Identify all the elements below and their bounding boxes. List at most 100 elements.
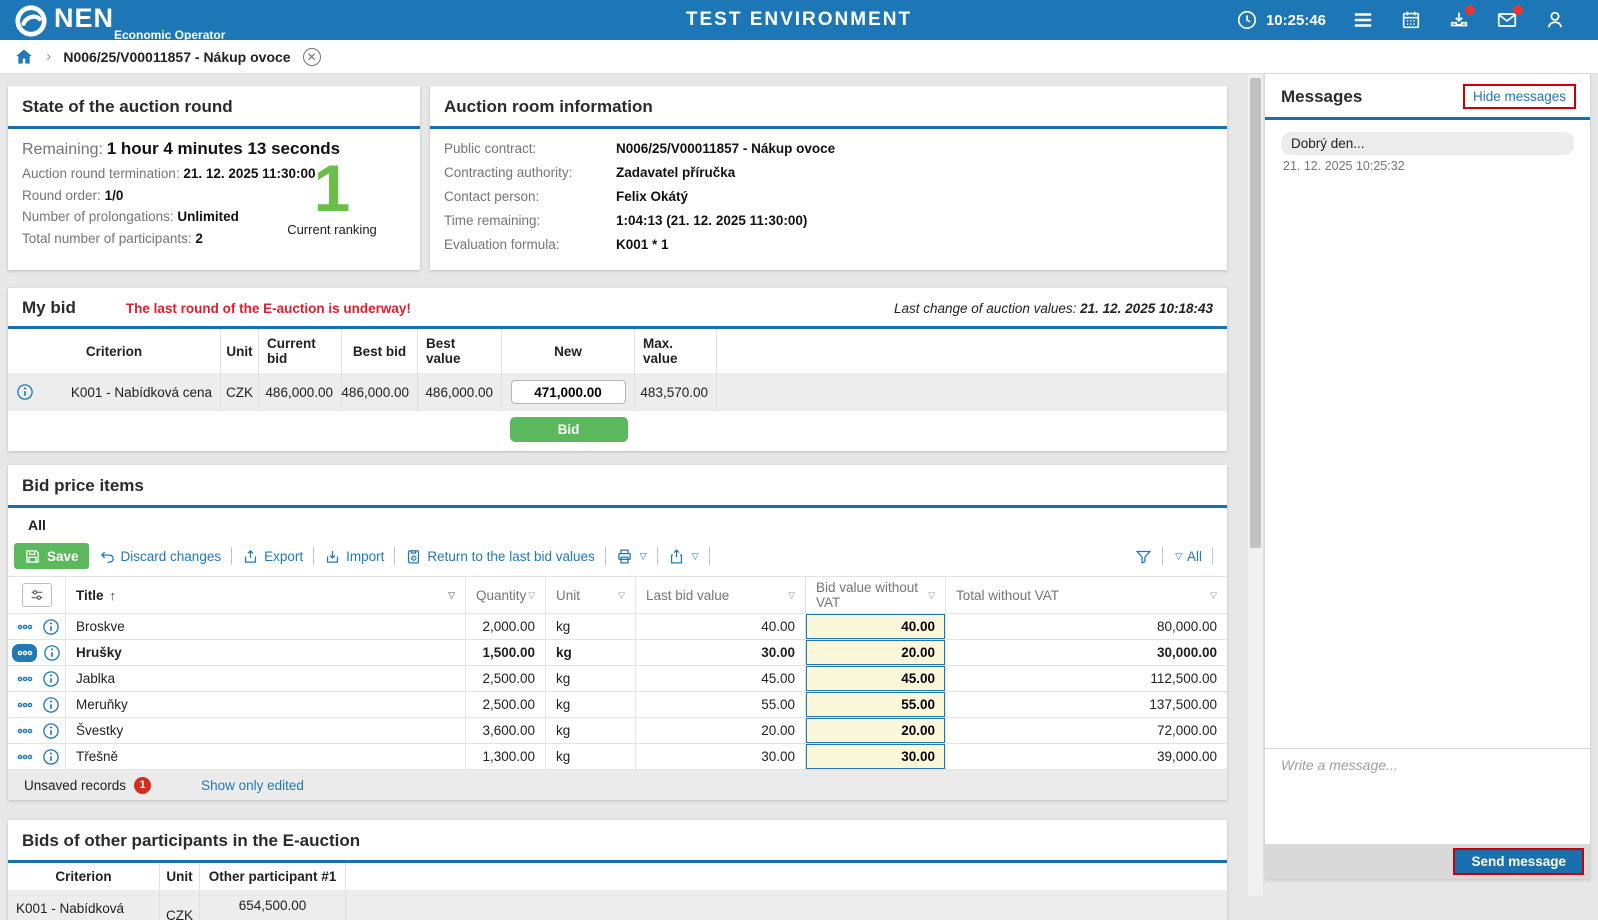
column-filter-icon[interactable]: ▽ [928, 590, 935, 601]
items-table-footer: Unsaved records 1 Show only edited [8, 770, 1227, 800]
column-header-total[interactable]: Total without VAT▽ [946, 576, 1227, 614]
calendar-button[interactable] [1400, 9, 1422, 31]
column-header-title[interactable]: Title ↑ ▽ [66, 576, 466, 614]
save-button[interactable]: Save [14, 543, 89, 569]
bid-value-input[interactable] [806, 692, 945, 717]
menu-icon [1352, 9, 1374, 31]
row-menu-button[interactable] [14, 698, 36, 712]
time-text: 10:25:46 [1266, 12, 1326, 29]
table-row: Třešně 1,300.00 kg 30.00 39,000.00 [8, 744, 1227, 770]
sort-asc-icon: ↑ [110, 588, 117, 603]
column-header-unit: Unit [221, 329, 259, 373]
current-bid-value: 486,000.00 [259, 373, 342, 411]
column-filter-icon[interactable]: ▽ [1210, 590, 1217, 601]
hide-messages-button[interactable]: Hide messages [1463, 84, 1576, 109]
column-header-last-bid[interactable]: Last bid value▽ [636, 576, 806, 614]
item-title: Meruňky [66, 692, 466, 718]
downloads-button[interactable] [1448, 9, 1470, 31]
send-message-button[interactable]: Send message [1453, 848, 1584, 875]
column-header-bid-value[interactable]: Bid value without VAT▽ [806, 576, 946, 614]
info-icon[interactable] [42, 618, 60, 636]
message-input[interactable] [1265, 749, 1590, 844]
server-time: 10:25:46 [1236, 9, 1326, 31]
sliders-icon [29, 587, 45, 603]
column-settings-button[interactable] [22, 583, 52, 607]
clipboard-refresh-icon [405, 548, 422, 565]
my-bid-table-header: Criterion Unit Current bid Best bid Best… [8, 329, 1227, 373]
tab-all[interactable]: All [14, 512, 72, 538]
bid-value-input[interactable] [806, 718, 945, 743]
item-last-bid: 30.00 [636, 744, 806, 770]
column-header-unit[interactable]: Unit▽ [546, 576, 636, 614]
field-label: Time remaining: [444, 213, 616, 228]
bid-value-input[interactable] [806, 640, 945, 665]
bid-button[interactable]: Bid [510, 417, 628, 442]
other-bids-row: K001 - Nabídková cena CZK 654,500.00 Sho… [8, 890, 1227, 920]
share-icon [668, 548, 685, 565]
item-unit: kg [546, 614, 636, 640]
mail-button[interactable] [1496, 9, 1518, 31]
user-button[interactable] [1544, 9, 1566, 31]
item-last-bid: 30.00 [636, 640, 806, 666]
print-button[interactable]: ▽ [616, 548, 647, 565]
column-filter-icon[interactable]: ▽ [448, 590, 455, 601]
other-participants-panel: Bids of other participants in the E-auct… [8, 820, 1227, 920]
filter-button[interactable] [1135, 548, 1152, 565]
share-button[interactable]: ▽ [668, 548, 699, 565]
close-tab-button[interactable]: ✕ [303, 48, 321, 66]
field-value: Felix Okátý [616, 189, 688, 204]
toolbar-separator [231, 547, 232, 565]
bid-value-input[interactable] [806, 614, 945, 639]
info-icon[interactable] [42, 696, 60, 714]
criterion-unit: CZK [160, 890, 200, 920]
home-button[interactable] [14, 47, 34, 67]
show-item-values-link[interactable]: Show item values [220, 916, 326, 920]
import-button[interactable]: Import [324, 548, 384, 565]
column-header-unit: Unit [160, 863, 200, 890]
new-bid-input[interactable] [511, 380, 626, 404]
row-menu-button[interactable] [14, 724, 36, 738]
column-filter-icon[interactable]: ▽ [618, 590, 625, 601]
return-last-bid-values-button[interactable]: Return to the last bid values [405, 548, 594, 565]
item-total: 80,000.00 [946, 614, 1227, 640]
info-icon[interactable] [42, 670, 60, 688]
bid-price-items-panel: Bid price items All Save [8, 465, 1227, 800]
scrollbar-thumb[interactable] [1250, 78, 1261, 548]
item-title: Švestky [66, 718, 466, 744]
show-only-edited-link[interactable]: Show only edited [201, 778, 304, 793]
message-text: Dobrý den... [1281, 132, 1574, 155]
export-button[interactable]: Export [242, 548, 303, 565]
state-of-auction-panel: State of the auction round Remaining: 1 … [8, 86, 420, 270]
item-last-bid: 45.00 [636, 666, 806, 692]
column-header-quantity[interactable]: Quantity▽ [466, 576, 546, 614]
info-icon[interactable] [43, 644, 61, 662]
row-menu-button[interactable] [14, 750, 36, 764]
main-scrollbar[interactable] [1248, 74, 1263, 896]
criterion-name: K001 - Nabídková cena [71, 385, 212, 400]
column-filter-icon[interactable]: ▽ [788, 590, 795, 601]
column-filter-icon[interactable]: ▽ [528, 590, 535, 601]
remaining-label: Remaining: [22, 141, 103, 158]
row-menu-button[interactable] [14, 620, 36, 634]
calendar-icon [1400, 9, 1422, 31]
toolbar-separator [1212, 547, 1213, 565]
info-icon[interactable] [16, 383, 34, 401]
toolbar-separator [394, 547, 395, 565]
menu-button[interactable] [1352, 9, 1374, 31]
row-menu-button[interactable] [12, 644, 37, 662]
row-menu-button[interactable] [14, 672, 36, 686]
export-icon [242, 548, 259, 565]
bid-value-input[interactable] [806, 744, 945, 769]
last-round-alert: The last round of the E-auction is under… [126, 301, 411, 316]
view-selector[interactable]: ▽ All [1173, 549, 1202, 564]
info-icon[interactable] [42, 748, 60, 766]
criterion-unit: CZK [221, 373, 259, 411]
bid-items-title: Bid price items [22, 476, 144, 496]
chevron-right-icon: › [46, 48, 51, 66]
info-icon[interactable] [42, 722, 60, 740]
field-label: Number of prolongations: [22, 209, 174, 224]
field-label: Contact person: [444, 189, 616, 204]
bid-value-input[interactable] [806, 666, 945, 691]
discard-changes-button[interactable]: Discard changes [99, 548, 222, 565]
item-total: 112,500.00 [946, 666, 1227, 692]
